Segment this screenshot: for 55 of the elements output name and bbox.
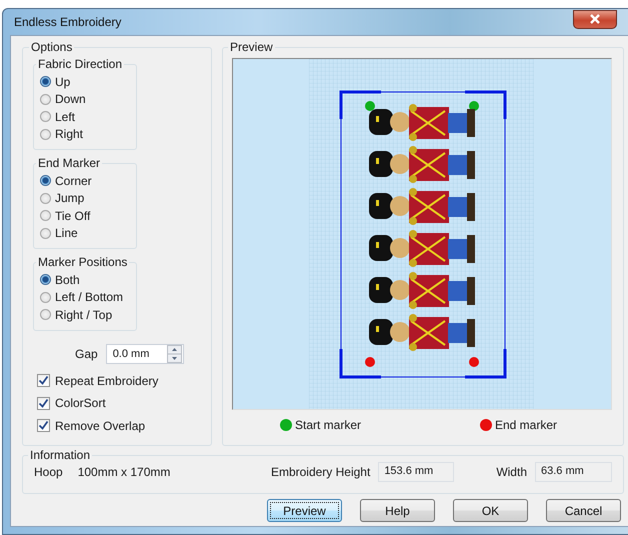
legend-label: Start marker bbox=[295, 418, 362, 432]
checkbox[interactable] bbox=[37, 396, 50, 410]
radio-label: Corner bbox=[55, 174, 92, 188]
group-title: End Marker bbox=[37, 156, 102, 170]
radio-label: Jump bbox=[55, 191, 84, 206]
height-field: 153.6 mm bbox=[378, 462, 454, 482]
radio-button[interactable] bbox=[40, 309, 51, 320]
group-title: Information bbox=[29, 448, 92, 462]
checkbox[interactable] bbox=[37, 374, 50, 388]
end-marker-dot bbox=[365, 357, 375, 367]
group-title: Preview bbox=[229, 40, 274, 54]
radio-button[interactable] bbox=[40, 128, 51, 140]
radio-label: Right bbox=[55, 127, 84, 142]
end-marker-dot bbox=[469, 357, 479, 367]
radio-button[interactable] bbox=[40, 175, 51, 186]
window-title: Endless Embroidery bbox=[13, 15, 122, 29]
radio-button[interactable] bbox=[40, 228, 51, 239]
checkbox-label: Repeat Embroidery bbox=[55, 374, 158, 388]
radio-label: Up bbox=[55, 74, 70, 89]
checkbox-label: Remove Overlap bbox=[55, 418, 146, 433]
gap-label: Gap bbox=[75, 346, 98, 360]
checkbox-label: ColorSort bbox=[55, 396, 106, 410]
hoop-value: 100mm x 170mm bbox=[78, 465, 170, 479]
start-marker-dot bbox=[365, 101, 375, 111]
radio-button[interactable] bbox=[40, 76, 51, 88]
dialog-button[interactable]: Cancel bbox=[546, 499, 621, 522]
width-field: 63.6 mm bbox=[535, 462, 612, 482]
dialog-button[interactable]: Preview bbox=[267, 499, 342, 522]
radio-label: Left / Bottom bbox=[55, 290, 124, 304]
radio-button[interactable] bbox=[40, 192, 51, 204]
radio-button[interactable] bbox=[40, 274, 51, 286]
gap-spin-field[interactable]: 0.0 mm bbox=[106, 344, 184, 364]
radio-button[interactable] bbox=[40, 292, 51, 303]
radio-label: Left bbox=[55, 110, 76, 124]
radio-label: Right / Top bbox=[55, 308, 112, 322]
dialog-button[interactable]: OK bbox=[453, 499, 528, 522]
legend-label: End marker bbox=[494, 418, 557, 432]
close-button[interactable] bbox=[573, 10, 617, 28]
height-label: Embroidery Height bbox=[270, 465, 370, 479]
radio-button[interactable] bbox=[40, 111, 51, 122]
hoop-label: Hoop bbox=[34, 465, 63, 479]
spin-arrows-icon[interactable] bbox=[166, 344, 182, 362]
radio-label: Both bbox=[55, 272, 80, 287]
radio-button[interactable] bbox=[40, 210, 51, 222]
group-title: Options bbox=[30, 40, 74, 54]
dialog-button[interactable]: Help bbox=[360, 499, 435, 522]
group-title: Marker Positions bbox=[37, 255, 128, 269]
radio-button[interactable] bbox=[40, 94, 51, 105]
radio-label: Tie Off bbox=[55, 208, 90, 223]
group-title: Fabric Direction bbox=[37, 57, 124, 71]
radio-label: Down bbox=[55, 92, 86, 106]
checkbox[interactable] bbox=[37, 419, 50, 432]
width-label: Width bbox=[496, 465, 527, 479]
radio-label: Line bbox=[55, 226, 78, 240]
close-icon bbox=[589, 14, 601, 24]
